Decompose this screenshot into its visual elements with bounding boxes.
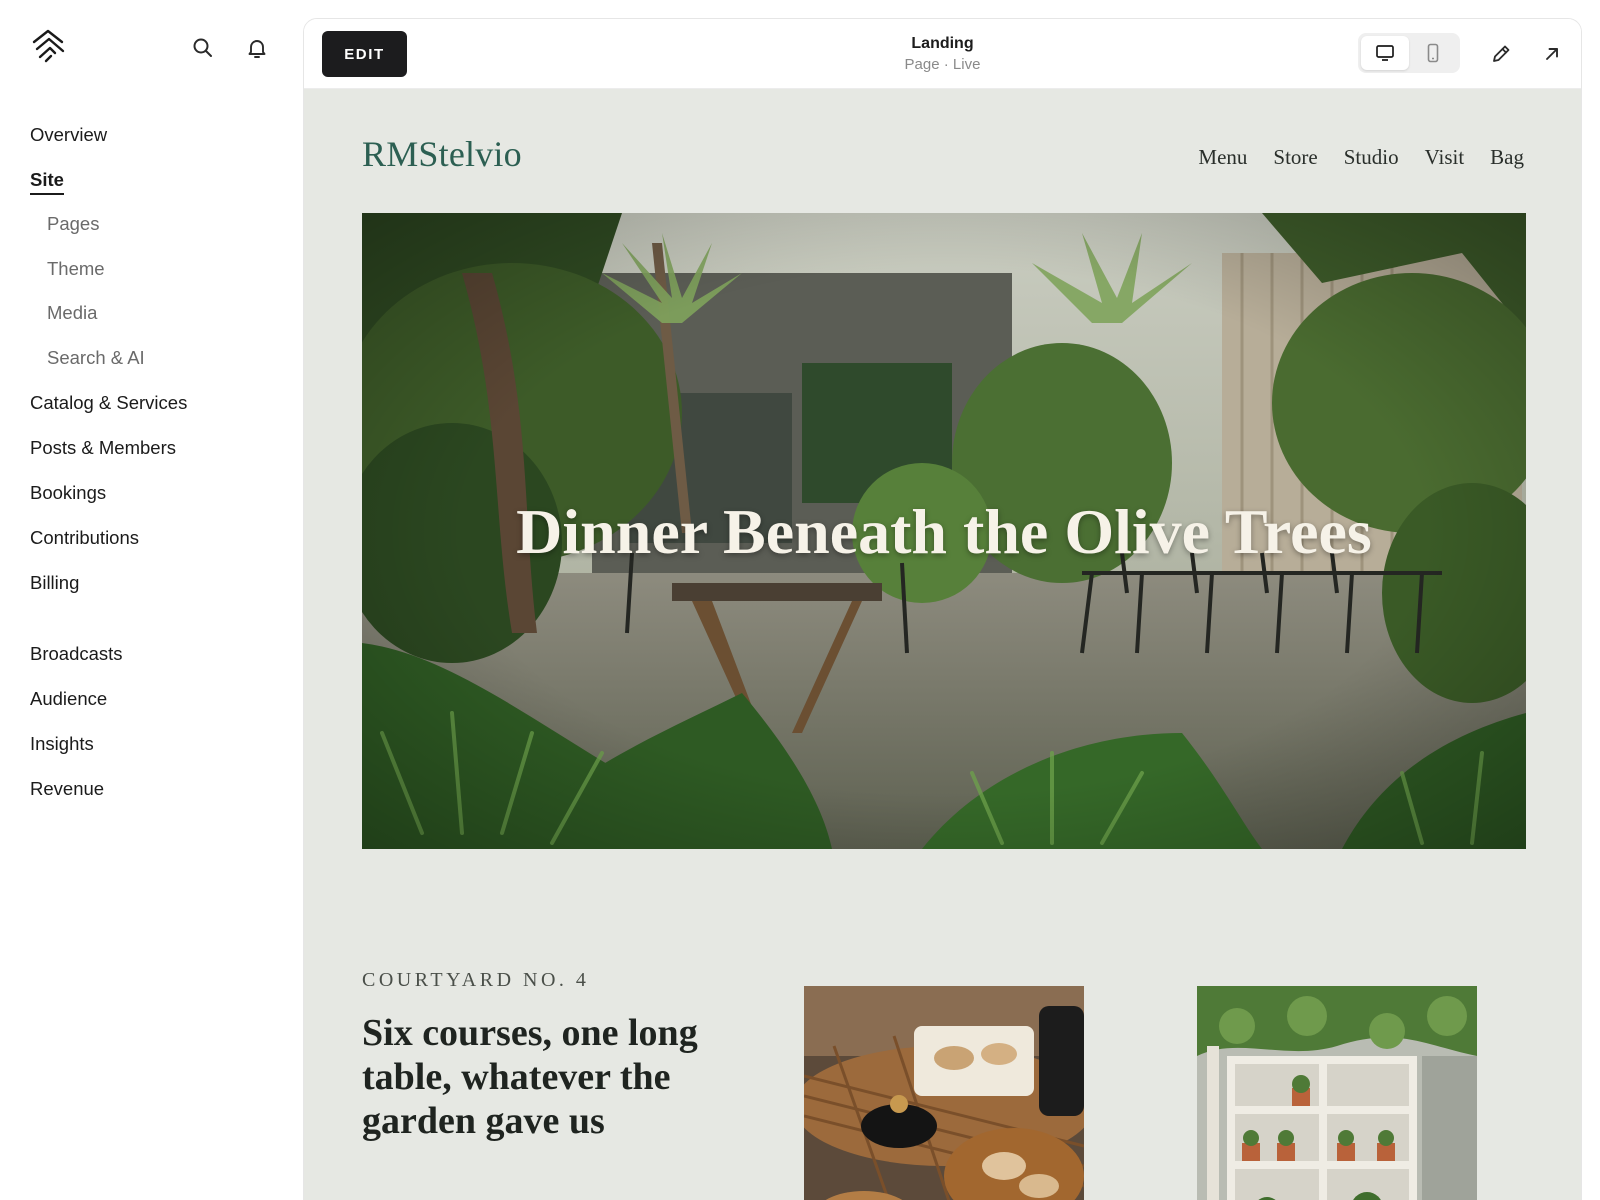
hero-image[interactable]: Dinner Beneath the Olive Trees [362, 213, 1526, 849]
sidebar-item-theme[interactable]: Theme [30, 247, 270, 292]
editor-toolbar: EDIT Landing Page · Live [304, 19, 1581, 89]
open-external-icon[interactable] [1539, 41, 1565, 67]
bread-basket-image[interactable] [804, 986, 1084, 1200]
pencil-icon[interactable] [1488, 41, 1514, 67]
sidebar-item-broadcasts[interactable]: Broadcasts [30, 631, 270, 676]
site-nav: Menu Store Studio Visit Bag [1198, 145, 1524, 170]
sidebar-item-search-ai[interactable]: Search & AI [30, 336, 270, 381]
sidebar: Overview Site Pages Theme Media Search &… [0, 0, 290, 1200]
site-nav-menu[interactable]: Menu [1198, 145, 1247, 170]
sidebar-item-audience[interactable]: Audience [30, 676, 270, 721]
plant-shelf-image[interactable] [1197, 986, 1477, 1200]
sidebar-item-revenue[interactable]: Revenue [30, 766, 270, 811]
site-nav-store[interactable]: Store [1273, 145, 1317, 170]
sidebar-item-billing[interactable]: Billing [30, 560, 270, 605]
sidebar-item-overview[interactable]: Overview [30, 112, 270, 157]
site-nav-bag[interactable]: Bag [1490, 145, 1524, 170]
section-eyebrow: COURTYARD NO. 4 [362, 969, 590, 991]
sidebar-item-insights[interactable]: Insights [30, 721, 270, 766]
sidebar-item-bookings[interactable]: Bookings [30, 470, 270, 515]
sidebar-nav: Overview Site Pages Theme Media Search &… [30, 112, 270, 811]
edit-button[interactable]: EDIT [322, 31, 407, 77]
sidebar-item-pages[interactable]: Pages [30, 202, 270, 247]
sidebar-item-site[interactable]: Site [30, 157, 270, 202]
sidebar-item-posts-members[interactable]: Posts & Members [30, 425, 270, 470]
section-headline[interactable]: Six courses, one long table, whatever th… [362, 1011, 702, 1143]
desktop-icon [1376, 45, 1394, 61]
sidebar-item-catalog-services[interactable]: Catalog & Services [30, 380, 270, 425]
site-nav-visit[interactable]: Visit [1425, 145, 1465, 170]
site-nav-studio[interactable]: Studio [1344, 145, 1399, 170]
device-toggle [1358, 33, 1460, 73]
mobile-view-button[interactable] [1409, 36, 1457, 70]
sidebar-item-contributions[interactable]: Contributions [30, 515, 270, 560]
bell-icon[interactable] [245, 36, 269, 60]
site-preview: RMStelvio Menu Store Studio Visit Bag Di… [304, 89, 1581, 1200]
sidebar-item-media[interactable]: Media [30, 291, 270, 336]
site-brand[interactable]: RMStelvio [362, 133, 522, 175]
logo-icon[interactable] [30, 28, 68, 64]
editor-frame: EDIT Landing Page · Live RMStelvio Menu … [303, 18, 1582, 1200]
mobile-icon [1427, 43, 1439, 63]
hero-title[interactable]: Dinner Beneath the Olive Trees [362, 495, 1526, 569]
desktop-view-button[interactable] [1361, 36, 1409, 70]
nav-divider-space [30, 605, 270, 631]
search-icon[interactable] [191, 36, 215, 60]
